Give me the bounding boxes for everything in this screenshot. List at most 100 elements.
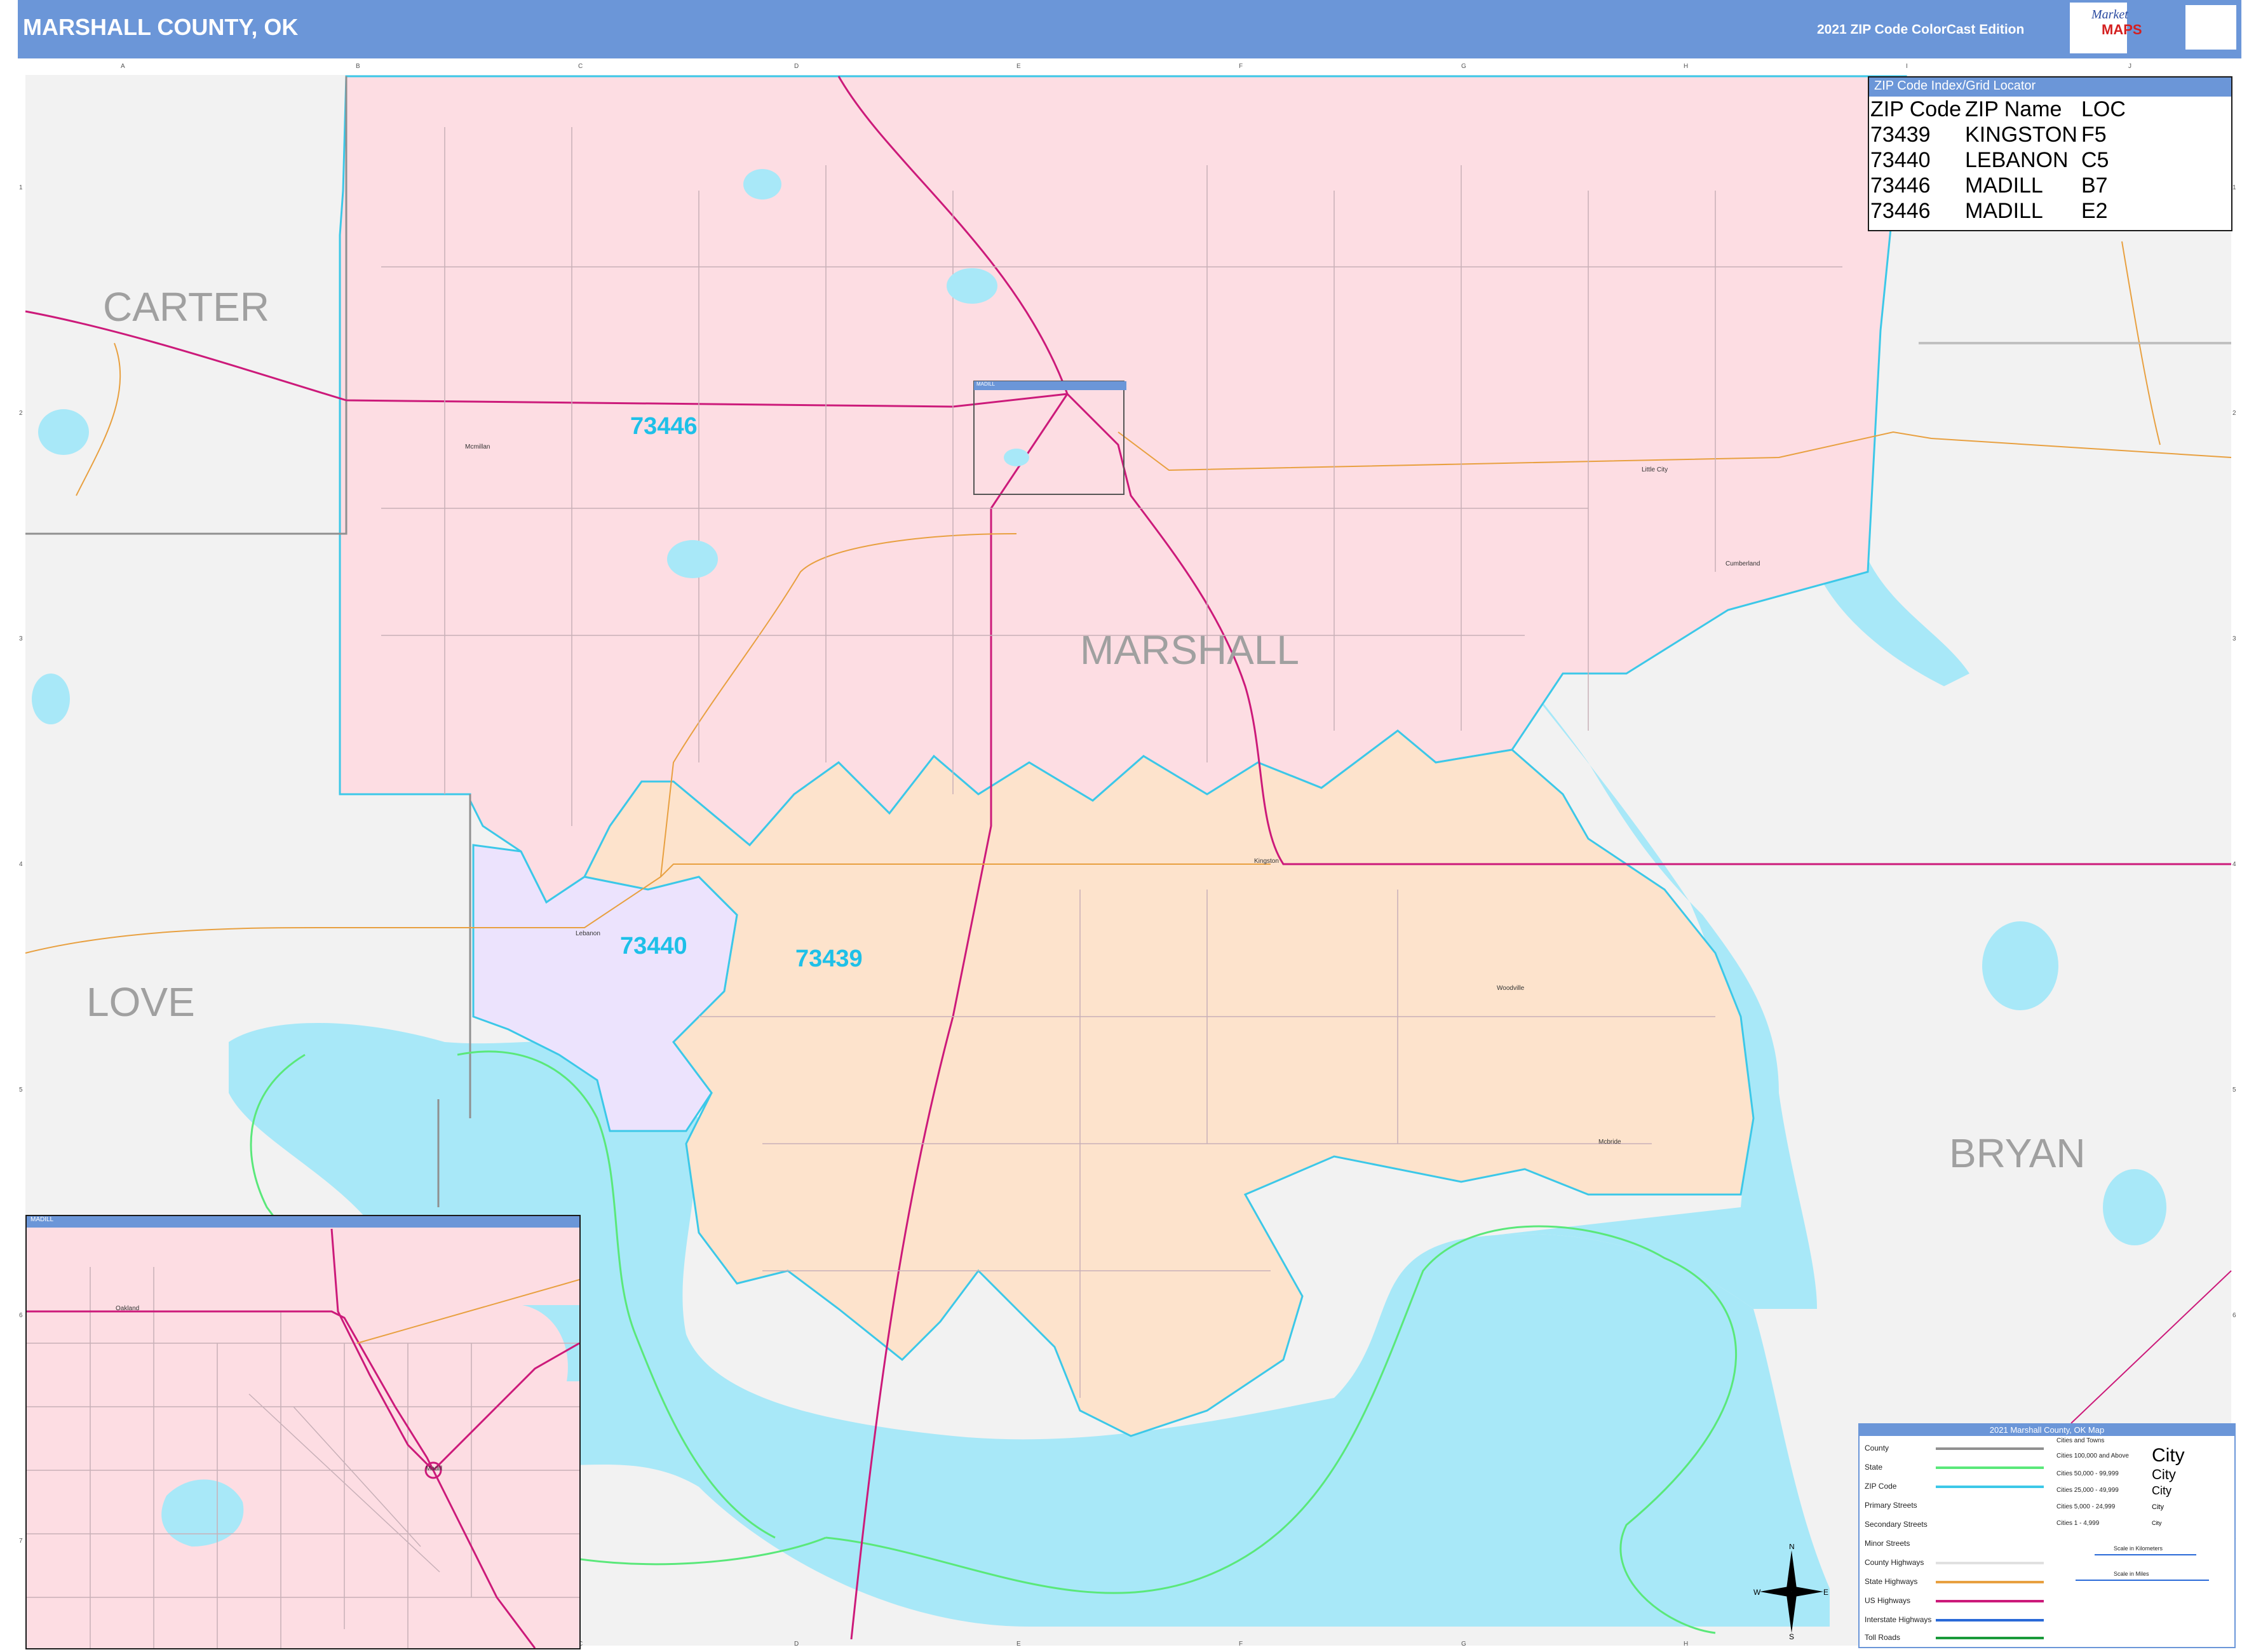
zip-index-header: ZIP Name — [1965, 97, 2062, 121]
legend-title: 2021 Marshall County, OK Map — [1860, 1425, 2234, 1436]
grid-letter-top: I — [1906, 63, 1908, 70]
pond — [38, 409, 89, 455]
pond — [743, 169, 781, 200]
grid-letter-top: A — [121, 63, 125, 70]
legend-city-class: Cities 25,000 - 49,999 — [2056, 1487, 2119, 1494]
compass-e: E — [1823, 1588, 1828, 1597]
zip-index-cell: 73446 — [1870, 199, 1931, 223]
pond — [32, 674, 70, 724]
pond — [947, 268, 997, 304]
compass-arrow — [1786, 1550, 1797, 1592]
region-label-love: LOVE — [86, 979, 195, 1025]
legend-city-sample: City — [2152, 1445, 2185, 1466]
legend-swatch — [1936, 1581, 2044, 1583]
madill-inset-map[interactable]: MADILL Oakland Madill — [25, 1215, 581, 1649]
place-mcmillan: Mcmillan — [465, 443, 490, 450]
grid-letter-top: B — [356, 63, 360, 70]
inset-background — [27, 1216, 579, 1648]
grid-letter-bottom: H — [1684, 1641, 1689, 1648]
grid-number-right: 2 — [2232, 410, 2236, 417]
place-little-city: Little City — [1642, 466, 1668, 473]
zip-label-73446: 73446 — [630, 413, 698, 440]
compass-arrow — [1786, 1592, 1797, 1633]
compass-arrow — [1760, 1587, 1792, 1597]
grid-letter-top: F — [1239, 63, 1243, 70]
inset-place-madill: Madill — [426, 1465, 443, 1472]
zip-index-header: ZIP Code — [1870, 97, 1962, 121]
legend-swatch — [1936, 1447, 2044, 1450]
region-label-carter: CARTER — [103, 284, 269, 330]
legend-city-sample: City — [2152, 1466, 2176, 1482]
legend-city-sample: City — [2152, 1484, 2171, 1497]
legend-swatch — [1936, 1486, 2044, 1488]
grid-letter-bottom: F — [1239, 1641, 1243, 1648]
legend-item: Secondary Streets — [1865, 1520, 1928, 1529]
legend-item: Primary Streets — [1865, 1501, 1917, 1510]
legend-item: Interstate Highways — [1865, 1615, 1932, 1624]
place-woodville: Woodville — [1497, 985, 1525, 992]
legend-city-sample: City — [2152, 1520, 2162, 1526]
pond — [667, 540, 718, 578]
zip-index-cell: B7 — [2081, 173, 2108, 198]
pond — [1982, 921, 2058, 1010]
madill-locator-label: MADILL — [974, 381, 1126, 390]
scale-bar-mi — [2076, 1580, 2209, 1581]
place-lebanon: Lebanon — [576, 930, 600, 937]
legend-scale-mi: Scale in Miles — [2114, 1571, 2149, 1577]
grid-number-left: 3 — [19, 635, 23, 642]
legend-city-sample: City — [2152, 1503, 2164, 1511]
grid-number-right: 4 — [2232, 861, 2236, 868]
grid-letter-top: H — [1684, 63, 1689, 70]
zip-index-cell: 73439 — [1870, 123, 1931, 147]
grid-letter-top: J — [2128, 63, 2131, 70]
legend-swatch — [1936, 1466, 2044, 1469]
pond — [1004, 449, 1029, 466]
grid-number-left: 1 — [19, 184, 23, 191]
zip-index-cell: C5 — [2081, 148, 2109, 172]
legend-swatch — [1936, 1619, 2044, 1622]
zip-index-table: ZIP Code ZIP Name LOC 73439 KINGSTON F5 … — [1870, 97, 2130, 224]
region-label-marshall: MARSHALL — [1080, 627, 1299, 673]
zip-index-title: ZIP Code Index/Grid Locator — [1869, 78, 2231, 97]
zip-index-header: LOC — [2081, 97, 2126, 121]
place-cumberland: Cumberland — [1725, 560, 1760, 567]
zip-index-header-row: ZIP Code ZIP Name LOC — [1870, 97, 2130, 122]
inset-place-oakland: Oakland — [116, 1305, 140, 1312]
place-kingston: Kingston — [1254, 858, 1279, 865]
legend-item: County — [1865, 1444, 1889, 1452]
legend-swatch — [1936, 1637, 2044, 1639]
zip-index-cell: 73446 — [1870, 173, 1931, 198]
legend-swatch — [1936, 1600, 2044, 1602]
legend-scale-km: Scale in Kilometers — [2114, 1545, 2163, 1552]
grid-number-right: 3 — [2232, 635, 2236, 642]
grid-number-right: 6 — [2232, 1312, 2236, 1319]
grid-number-left: 2 — [19, 410, 23, 417]
grid-letter-bottom: D — [794, 1641, 799, 1648]
place-mcbride: Mcbride — [1598, 1139, 1621, 1146]
legend-item: US Highways — [1865, 1596, 1911, 1605]
region-label-bryan: BRYAN — [1949, 1130, 2086, 1176]
grid-letter-top: E — [1016, 63, 1021, 70]
compass-s: S — [1789, 1632, 1794, 1639]
legend-city-class: Cities 50,000 - 99,999 — [2056, 1470, 2119, 1477]
legend-item: ZIP Code — [1865, 1482, 1897, 1491]
pond — [2103, 1169, 2166, 1245]
grid-letter-top: G — [1461, 63, 1466, 70]
compass-w: W — [1753, 1588, 1761, 1597]
grid-number-left: 6 — [19, 1312, 23, 1319]
grid-number-right: 1 — [2232, 184, 2236, 191]
zip-index-cell: MADILL — [1965, 173, 2043, 198]
legend-swatch — [1936, 1562, 2044, 1564]
zip-index-row: 73446 MADILL E2 — [1870, 198, 2130, 224]
grid-number-left: 7 — [19, 1538, 23, 1545]
zip-index-cell: MADILL — [1965, 199, 2043, 223]
legend-item: Toll Roads — [1865, 1633, 1901, 1642]
legend-item: State Highways — [1865, 1577, 1918, 1586]
compass-rose-icon: N S W E — [1753, 1544, 1828, 1639]
inset-title: MADILL — [27, 1216, 579, 1228]
zip-index-cell: E2 — [2081, 199, 2108, 223]
zip-index-row: 73446 MADILL B7 — [1870, 173, 2130, 198]
grid-letter-bottom: E — [1016, 1641, 1021, 1648]
zip-label-73440: 73440 — [620, 933, 687, 959]
zip-index-cell: LEBANON — [1965, 148, 2069, 172]
